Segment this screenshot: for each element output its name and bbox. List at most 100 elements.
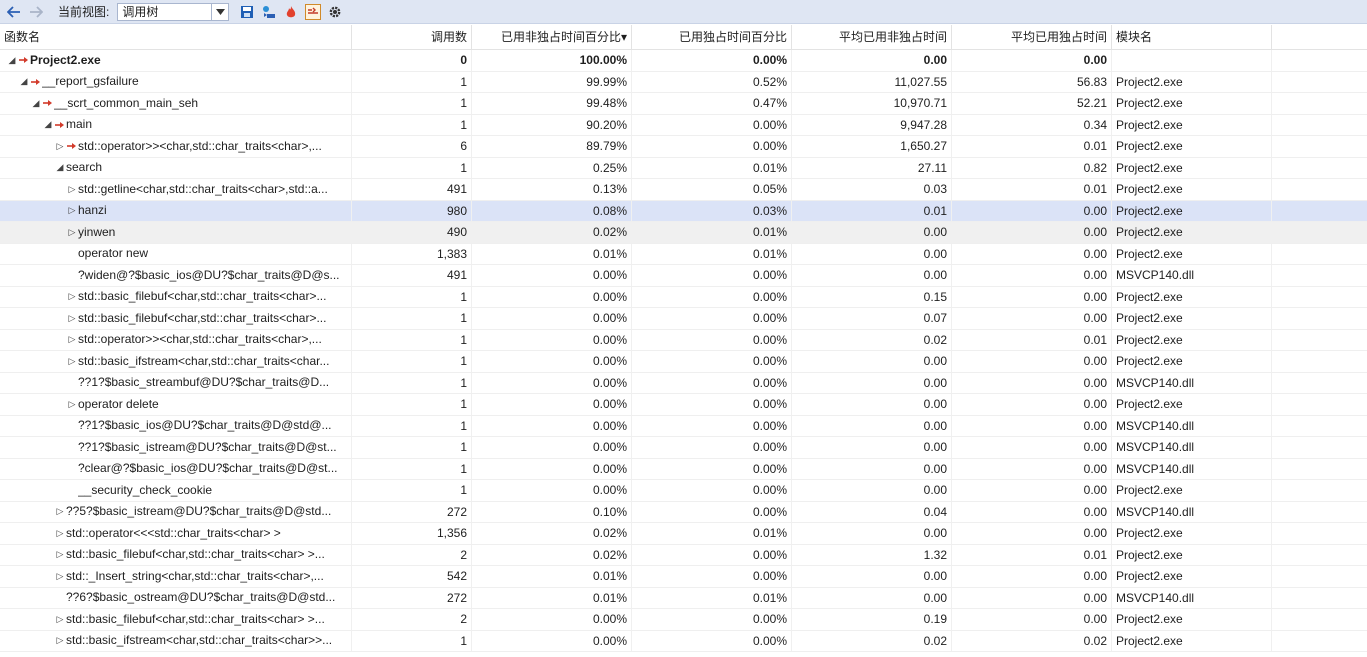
- tree-row[interactable]: ▷ yinwen 490 0.02% 0.01% 0.00 0.00 Project2.exe: [0, 222, 1367, 244]
- tree-row[interactable]: ??6?$basic_ostream@DU?$char_traits@D@std…: [0, 587, 1367, 609]
- tree-row[interactable]: ▷ std::basic_filebuf<char,std::char_trait…: [0, 544, 1367, 566]
- tree-row[interactable]: ▷ std::basic_filebuf<char,std::char_trait…: [0, 286, 1367, 308]
- settings-gear-icon[interactable]: [325, 2, 345, 22]
- tree-row[interactable]: ▷ operator delete 1 0.00% 0.00% 0.00 0.00 Proje…: [0, 394, 1367, 416]
- col-avg-inclusive[interactable]: 平均已用非独占时间: [792, 25, 952, 49]
- expand-toggle-icon[interactable]: ▷: [54, 631, 66, 652]
- expand-toggle-icon[interactable]: ▷: [66, 287, 78, 308]
- inclusive-percent-cell: 0.02%: [472, 544, 632, 565]
- tree-row[interactable]: ??1?$basic_streambuf@DU?$char_traits@D..…: [0, 372, 1367, 394]
- expand-toggle-icon[interactable]: ▷: [54, 609, 66, 630]
- avg-inclusive-cell: 0.19: [792, 609, 952, 630]
- forward-arrow-icon[interactable]: [26, 2, 46, 22]
- avg-inclusive-cell: 10,970.71: [792, 93, 952, 114]
- tree-row[interactable]: ▷ std::operator>><char,std::char_traits<c…: [0, 136, 1367, 158]
- avg-exclusive-cell: 0.00: [952, 308, 1112, 329]
- tree-row[interactable]: ◢ __report_gsfailure 1 99.99% 0.52% 11,027.55…: [0, 71, 1367, 93]
- tree-row[interactable]: ◢ Project2.exe 0 100.00% 0.00% 0.00 0.00: [0, 50, 1367, 72]
- calls-cell: 1: [352, 157, 472, 178]
- tree-row[interactable]: ▷ hanzi 980 0.08% 0.03% 0.01 0.00 Project2.exe: [0, 200, 1367, 222]
- tree-row[interactable]: ▷ std::basic_filebuf<char,std::char_trait…: [0, 609, 1367, 631]
- tree-row[interactable]: ▷ std::basic_ifstream<char,std::char_trai…: [0, 351, 1367, 373]
- col-calls[interactable]: 调用数: [352, 25, 472, 49]
- expand-toggle-icon[interactable]: ▷: [54, 545, 66, 566]
- expand-toggle-icon[interactable]: ▷: [54, 136, 66, 157]
- tree-row[interactable]: ?widen@?$basic_ios@DU?$char_traits@D@s..…: [0, 265, 1367, 287]
- collapse-toggle-icon[interactable]: ◢: [30, 93, 42, 114]
- col-inclusive-percent-label: 已用非独占时间百分比: [500, 30, 621, 44]
- module-name-cell: Project2.exe: [1112, 609, 1272, 630]
- exclusive-percent-cell: 0.00%: [632, 351, 792, 372]
- avg-inclusive-cell: 0.00: [792, 222, 952, 243]
- chevron-down-icon[interactable]: [211, 3, 228, 20]
- col-function-name[interactable]: 函数名: [0, 25, 352, 49]
- save-icon[interactable]: [237, 2, 257, 22]
- collapse-toggle-icon[interactable]: ◢: [54, 158, 66, 179]
- tree-row[interactable]: operator new 1,383 0.01% 0.01% 0.00 0.00 Proje…: [0, 243, 1367, 265]
- flame-icon[interactable]: [281, 2, 301, 22]
- avg-inclusive-cell: 0.01: [792, 200, 952, 221]
- avg-exclusive-cell: 0.00: [952, 501, 1112, 522]
- expand-toggle-icon[interactable]: ▷: [66, 394, 78, 415]
- tree-row[interactable]: ??1?$basic_ios@DU?$char_traits@D@std@...…: [0, 415, 1367, 437]
- tree-row[interactable]: ◢ search 1 0.25% 0.01% 27.11 0.82 Project2.exe: [0, 157, 1367, 179]
- inclusive-percent-cell: 0.00%: [472, 372, 632, 393]
- tree-row[interactable]: __security_check_cookie 1 0.00% 0.00% 0.00 0.…: [0, 480, 1367, 502]
- function-name-cell: ▷ std::basic_filebuf<char,std::char_trait…: [0, 544, 352, 566]
- avg-inclusive-cell: 0.00: [792, 50, 952, 71]
- col-avg-exclusive[interactable]: 平均已用独占时间: [952, 25, 1112, 49]
- back-arrow-icon[interactable]: [4, 2, 24, 22]
- expand-toggle-icon[interactable]: ▷: [66, 179, 78, 200]
- collapse-toggle-icon[interactable]: ◢: [18, 72, 30, 93]
- collapse-toggle-icon[interactable]: ◢: [6, 50, 18, 71]
- tree-row[interactable]: ▷ std::operator>><char,std::char_traits<c…: [0, 329, 1367, 351]
- tree-row[interactable]: ▷ std::_Insert_string<char,std::char_trai…: [0, 566, 1367, 588]
- avg-inclusive-cell: 0.03: [792, 179, 952, 200]
- tree-row[interactable]: ▷ std::basic_filebuf<char,std::char_trait…: [0, 308, 1367, 330]
- tree-row[interactable]: ?clear@?$basic_ios@DU?$char_traits@D@st.…: [0, 458, 1367, 480]
- col-module-name[interactable]: 模块名: [1112, 25, 1272, 49]
- exclusive-percent-cell: 0.00%: [632, 265, 792, 286]
- exclusive-percent-cell: 0.01%: [632, 243, 792, 264]
- collapse-toggle-icon[interactable]: ◢: [42, 115, 54, 136]
- tree-row[interactable]: ▷ std::getline<char,std::char_traits<char…: [0, 179, 1367, 201]
- tree-row[interactable]: ▷ std::basic_ifstream<char,std::char_trai…: [0, 630, 1367, 652]
- col-inclusive-percent[interactable]: 已用非独占时间百分比▾: [472, 25, 632, 49]
- inclusive-percent-cell: 0.02%: [472, 222, 632, 243]
- view-select[interactable]: 调用树: [117, 2, 230, 21]
- avg-exclusive-cell: 0.00: [952, 372, 1112, 393]
- hot-path-flame-icon: [42, 98, 54, 108]
- function-name-cell: ▷ std::basic_filebuf<char,std::char_trait…: [0, 286, 352, 308]
- exclusive-percent-cell: 0.00%: [632, 609, 792, 630]
- expand-toggle-icon[interactable]: ▷: [66, 330, 78, 351]
- expand-toggle-icon[interactable]: ▷: [66, 201, 78, 222]
- col-exclusive-percent[interactable]: 已用独占时间百分比: [632, 25, 792, 49]
- function-name-cell: ▷ std::operator>><char,std::char_traits<c…: [0, 329, 352, 351]
- column-header-row: 函数名 调用数 已用非独占时间百分比▾ 已用独占时间百分比 平均已用非独占时间 …: [0, 25, 1367, 50]
- function-name: ??1?$basic_istream@DU?$char_traits@D@st.…: [78, 439, 337, 454]
- tree-row[interactable]: ▷ std::operator<<<std::char_traits<char> …: [0, 523, 1367, 545]
- calls-cell: 1: [352, 93, 472, 114]
- function-name-cell: ▷ std::_Insert_string<char,std::char_trai…: [0, 566, 352, 587]
- calls-cell: 1: [352, 630, 472, 651]
- expand-toggle-icon[interactable]: ▷: [66, 308, 78, 329]
- tree-row[interactable]: ◢ __scrt_common_main_seh 1 99.48% 0.47% 10,97…: [0, 93, 1367, 115]
- calls-cell: 1: [352, 415, 472, 436]
- function-name-cell: ??6?$basic_ostream@DU?$char_traits@D@std…: [0, 587, 352, 608]
- expand-toggle-icon[interactable]: ▷: [54, 566, 66, 587]
- avg-exclusive-cell: 0.01: [952, 329, 1112, 350]
- expand-toggle-icon[interactable]: ▷: [66, 351, 78, 372]
- tree-row[interactable]: ◢ main 1 90.20% 0.00% 9,947.28 0.34 Project2.ex…: [0, 114, 1367, 136]
- tree-row[interactable]: ▷ ??5?$basic_istream@DU?$char_traits@D@st…: [0, 501, 1367, 523]
- hot-path-icon[interactable]: [303, 2, 323, 22]
- avg-exclusive-cell: 0.00: [952, 222, 1112, 243]
- module-name-cell: Project2.exe: [1112, 179, 1272, 200]
- expand-toggle-icon[interactable]: ▷: [54, 502, 66, 523]
- expand-toggle-icon[interactable]: ▷: [66, 222, 78, 243]
- export-icon[interactable]: [259, 2, 279, 22]
- module-name-cell: Project2.exe: [1112, 114, 1272, 135]
- tree-row[interactable]: ??1?$basic_istream@DU?$char_traits@D@st.…: [0, 437, 1367, 459]
- module-name-cell: Project2.exe: [1112, 329, 1272, 350]
- expand-toggle-icon[interactable]: ▷: [54, 523, 66, 544]
- module-name-cell: Project2.exe: [1112, 351, 1272, 372]
